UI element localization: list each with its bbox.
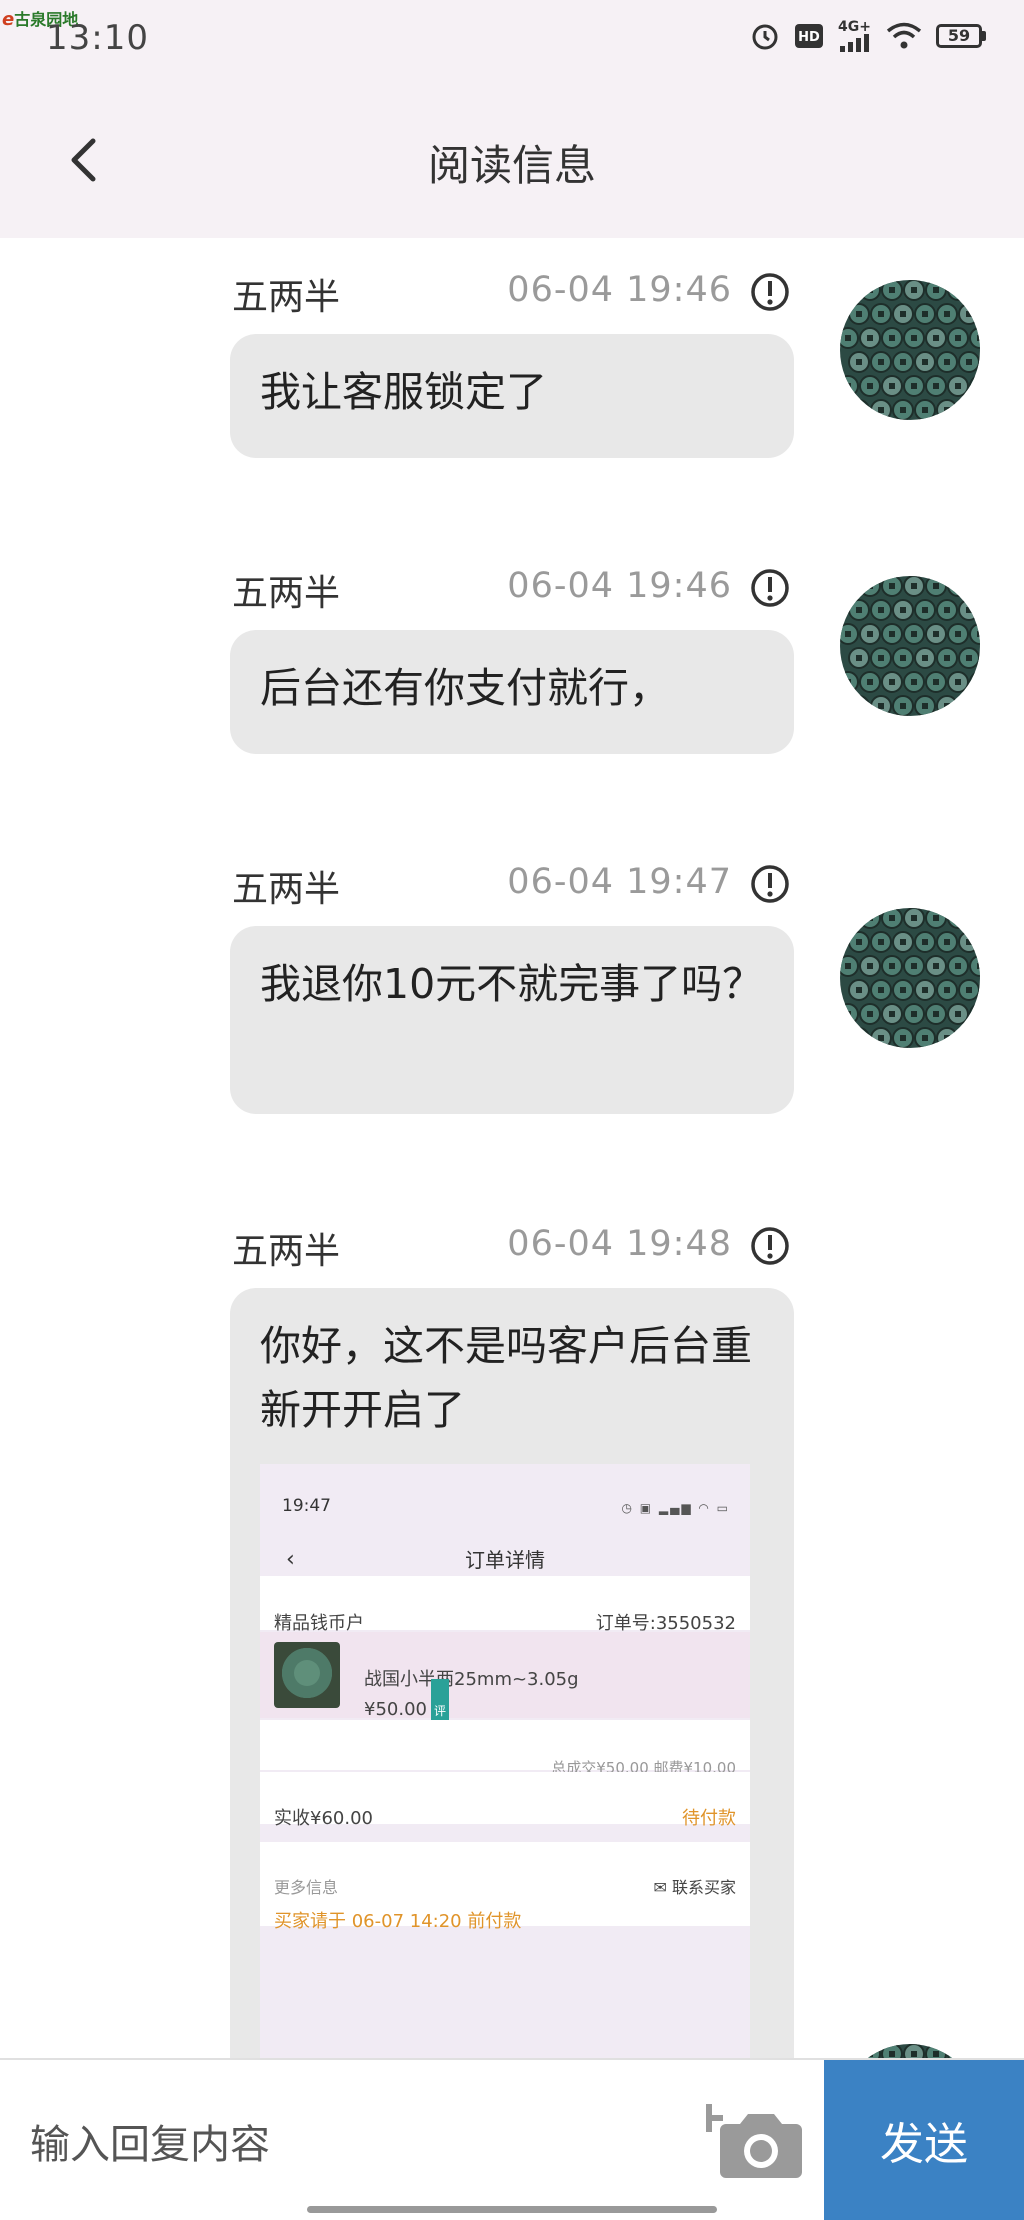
mail-icon: ✉ bbox=[653, 1878, 667, 1897]
reply-bar: 输入回复内容 发送 bbox=[0, 2058, 1024, 2220]
message-bubble[interactable]: 我退你10元不就完事了吗？ bbox=[230, 926, 794, 1114]
message-text: 我让客服锁定了 bbox=[260, 368, 547, 416]
send-button[interactable]: 发送 bbox=[824, 2060, 1024, 2220]
attached-image[interactable]: 19:47 ◷ ▣ ▂▄▆ ◠ ▭ ‹ 订单详情 精品钱币户 订单号:35505… bbox=[260, 1464, 750, 2058]
sender-name: 五两半 bbox=[232, 1231, 341, 1272]
alert-icon[interactable] bbox=[750, 568, 790, 608]
image-deadline: 买家请于 06-07 14:20 前付款 bbox=[274, 1911, 522, 1932]
message-time: 06-04 19:47 bbox=[507, 862, 732, 902]
coin-pattern-image bbox=[840, 2044, 980, 2058]
coin-thumbnail bbox=[274, 1642, 340, 1708]
battery-icon: 59 bbox=[936, 24, 986, 48]
message-list[interactable]: 五两半 06-04 19:46 我让客服锁定了 五两半 06-04 19:46 … bbox=[0, 238, 1024, 2058]
message-text: 我退你10元不就完事了吗？ bbox=[260, 960, 764, 1008]
alert-icon[interactable] bbox=[750, 272, 790, 312]
status-time: 13:10 bbox=[46, 18, 149, 58]
message-bubble[interactable]: 你好，这不是吗客户后台重新开开启了 19:47 ◷ ▣ ▂▄▆ ◠ ▭ ‹ 订单… bbox=[230, 1288, 794, 2058]
coin-pattern-image bbox=[840, 280, 980, 420]
message-text: 你好，这不是吗客户后台重新开开启了 bbox=[260, 1322, 752, 1434]
image-contact: 联系买家 bbox=[671, 1878, 736, 1897]
message-time: 06-04 19:46 bbox=[507, 566, 732, 606]
image-price: ¥50.00 bbox=[364, 1699, 427, 1720]
coin-pattern-image bbox=[840, 576, 980, 716]
avatar[interactable] bbox=[840, 2044, 980, 2058]
wifi-icon bbox=[886, 22, 922, 49]
add-photo-icon[interactable] bbox=[706, 2096, 802, 2180]
status-bar: e古泉园地 13:10 HD 4G+ 59 bbox=[0, 0, 1024, 80]
coin-pattern-image bbox=[840, 908, 980, 1048]
avatar[interactable] bbox=[840, 280, 980, 420]
alarm-icon bbox=[752, 24, 778, 50]
message-bubble[interactable]: 我让客服锁定了 bbox=[230, 334, 794, 458]
signal-icon: 4G+ bbox=[838, 20, 872, 52]
message-bubble[interactable]: 后台还有你支付就行， bbox=[230, 630, 794, 754]
avatar[interactable] bbox=[840, 908, 980, 1048]
app-header: 阅读信息 bbox=[0, 80, 1024, 238]
message-time: 06-04 19:48 bbox=[507, 1224, 732, 1264]
alert-icon[interactable] bbox=[750, 1226, 790, 1266]
sender-name: 五两半 bbox=[232, 869, 341, 910]
avatar[interactable] bbox=[840, 576, 980, 716]
hd-icon: HD bbox=[795, 24, 823, 48]
message-time: 06-04 19:46 bbox=[507, 270, 732, 310]
home-indicator[interactable] bbox=[307, 2206, 717, 2213]
reply-input[interactable]: 输入回复内容 bbox=[30, 2112, 270, 2170]
alert-icon[interactable] bbox=[750, 864, 790, 904]
page-title: 阅读信息 bbox=[427, 141, 596, 190]
message-text: 后台还有你支付就行， bbox=[260, 664, 670, 712]
svg-text:HD: HD bbox=[798, 30, 820, 45]
sender-name: 五两半 bbox=[232, 277, 341, 318]
sender-name: 五两半 bbox=[232, 573, 341, 614]
